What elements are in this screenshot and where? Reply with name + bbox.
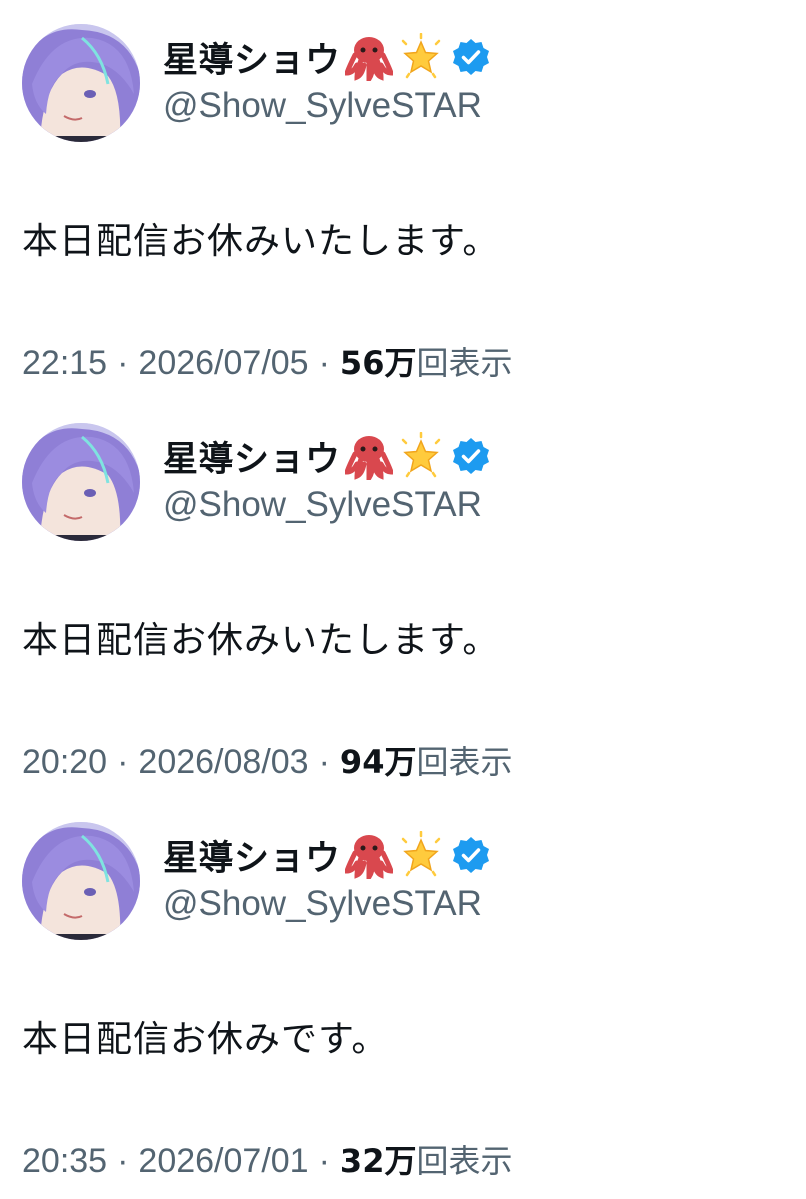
display-name: 星導ショウ xyxy=(163,40,341,81)
tweet-header: 星導ショウ @Show_SylveSTAR xyxy=(22,24,782,144)
views-label: 回表示 xyxy=(416,743,513,781)
verified-badge-icon[interactable] xyxy=(451,37,491,77)
meta-separator: · xyxy=(117,1142,129,1180)
tweet-2: 星導ショウ @Show_SylveSTAR 本日配信お休みいたします。 20:2… xyxy=(0,399,806,794)
tweet-time[interactable]: 20:35 xyxy=(22,1142,107,1181)
display-name: 星導ショウ xyxy=(163,838,341,879)
avatar[interactable] xyxy=(22,423,140,541)
tweet-header: 星導ショウ @Show_SylveSTAR xyxy=(22,822,782,942)
avatar[interactable] xyxy=(22,822,140,940)
avatar[interactable] xyxy=(22,24,140,142)
tweet-text: 本日配信お休みです。 xyxy=(22,1019,389,1060)
octopus-emoji-icon xyxy=(344,432,393,480)
handle[interactable]: @Show_SylveSTAR xyxy=(163,86,482,126)
tweet-date[interactable]: 2026/07/05 xyxy=(138,344,308,383)
meta-separator: · xyxy=(318,1142,330,1180)
glowing-star-emoji-icon xyxy=(397,33,445,81)
views-label: 回表示 xyxy=(416,1142,513,1180)
octopus-emoji-icon xyxy=(344,33,393,81)
meta-separator: · xyxy=(318,743,330,781)
views-count[interactable]: 56万 xyxy=(340,338,417,384)
handle[interactable]: @Show_SylveSTAR xyxy=(163,485,482,525)
handle[interactable]: @Show_SylveSTAR xyxy=(163,884,482,924)
tweet-date[interactable]: 2026/08/03 xyxy=(138,743,308,782)
tweet-meta: 22:15 · 2026/07/05 · 56万 回表示 xyxy=(22,338,512,384)
tweet-3: 星導ショウ @Show_SylveSTAR 本日配信お休みです。 20:35 ·… xyxy=(0,798,806,1193)
verified-badge-icon[interactable] xyxy=(451,835,491,875)
tweet-meta: 20:35 · 2026/07/01 · 32万 回表示 xyxy=(22,1136,512,1182)
tweet-header: 星導ショウ @Show_SylveSTAR xyxy=(22,423,782,543)
views-label: 回表示 xyxy=(416,344,513,382)
meta-separator: · xyxy=(318,344,330,382)
glowing-star-emoji-icon xyxy=(397,432,445,480)
tweet-text: 本日配信お休みいたします。 xyxy=(22,221,500,262)
tweet-text: 本日配信お休みいたします。 xyxy=(22,620,500,661)
display-name: 星導ショウ xyxy=(163,439,341,480)
views-count[interactable]: 32万 xyxy=(340,1136,417,1182)
name-row[interactable]: 星導ショウ xyxy=(163,431,491,481)
tweet-time[interactable]: 20:20 xyxy=(22,743,107,782)
tweet-meta: 20:20 · 2026/08/03 · 94万 回表示 xyxy=(22,737,512,783)
views-count[interactable]: 94万 xyxy=(340,737,417,783)
tweet-1: 星導ショウ @Show_SylveSTAR 本日配信お休みいたします。 22:1… xyxy=(0,0,806,395)
octopus-emoji-icon xyxy=(344,831,393,879)
name-row[interactable]: 星導ショウ xyxy=(163,32,491,82)
meta-separator: · xyxy=(117,344,129,382)
verified-badge-icon[interactable] xyxy=(451,436,491,476)
tweet-date[interactable]: 2026/07/01 xyxy=(138,1142,308,1181)
tweet-time[interactable]: 22:15 xyxy=(22,344,107,383)
meta-separator: · xyxy=(117,743,129,781)
name-row[interactable]: 星導ショウ xyxy=(163,830,491,880)
glowing-star-emoji-icon xyxy=(397,831,445,879)
